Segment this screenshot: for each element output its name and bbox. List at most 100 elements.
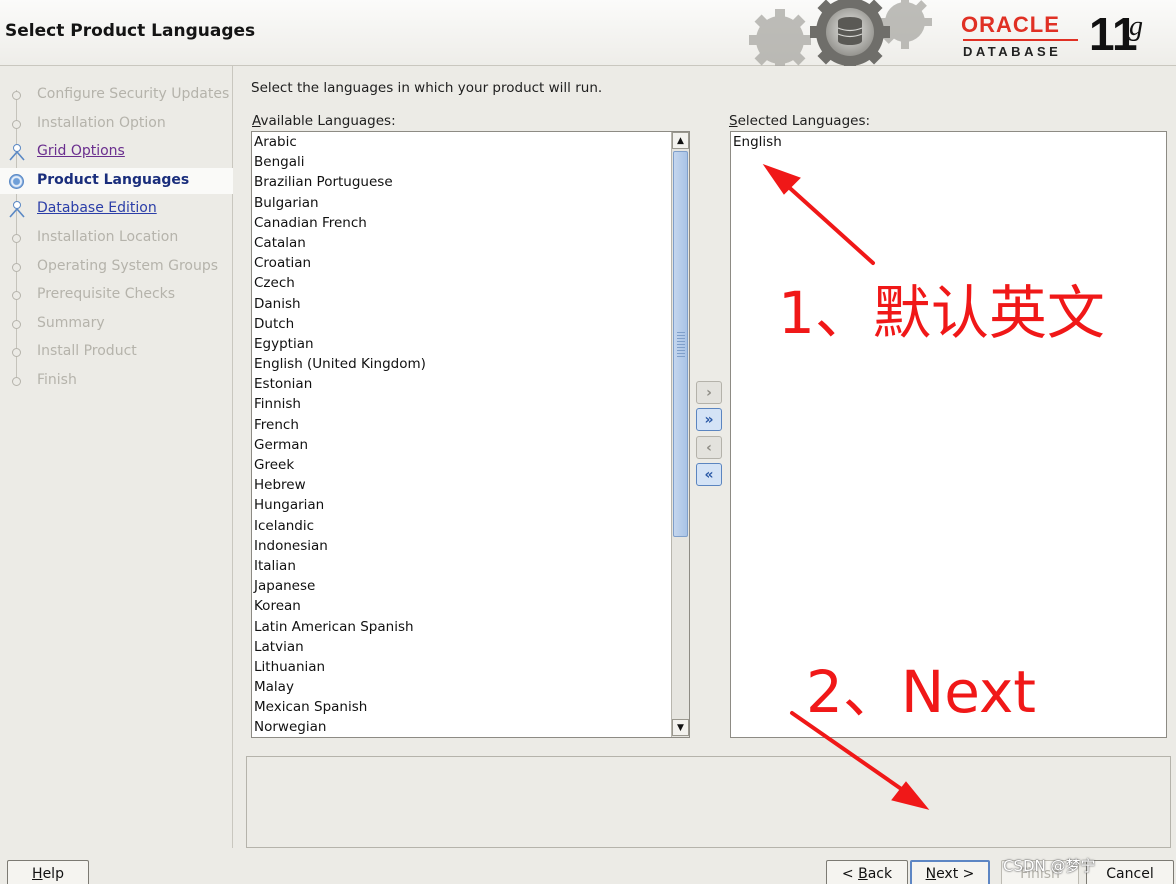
available-language-item[interactable]: Icelandic xyxy=(252,516,689,536)
cancel-label: Cancel xyxy=(1106,866,1154,882)
available-language-item[interactable]: French xyxy=(252,415,689,435)
annotation-next: 2、Next xyxy=(806,658,1037,726)
available-language-item[interactable]: Catalan xyxy=(252,233,689,253)
remove-selected-button[interactable]: ‹ xyxy=(696,436,722,459)
available-language-item[interactable]: Latvian xyxy=(252,637,689,657)
next-rest: ext xyxy=(936,866,959,882)
selected-languages-list[interactable]: English xyxy=(730,131,1167,738)
header-banner: Select Product Languages ORACLE DATABASE… xyxy=(0,0,1176,66)
scrollbar-thumb[interactable] xyxy=(673,151,688,537)
available-language-item[interactable]: Italian xyxy=(252,556,689,576)
pending-step-icon xyxy=(12,119,21,129)
step-item: Install Product xyxy=(0,339,233,365)
add-selected-button[interactable]: › xyxy=(696,381,722,404)
step-item[interactable]: Product Languages xyxy=(0,167,233,194)
next-suffix: > xyxy=(958,866,975,882)
step-label: Installation Option xyxy=(37,114,166,131)
watermark: CSDN @梦宁 xyxy=(1003,857,1096,875)
current-step-icon xyxy=(9,173,24,189)
pending-step-icon xyxy=(12,234,21,243)
available-language-item[interactable]: Estonian xyxy=(252,374,689,394)
gears-graphic-icon xyxy=(749,0,932,66)
available-language-item[interactable]: English (United Kingdom) xyxy=(252,354,689,374)
step-item[interactable]: Grid Options xyxy=(0,139,233,165)
step-item: Prerequisite Checks xyxy=(0,282,233,308)
next-button[interactable]: Next > xyxy=(910,860,990,884)
available-language-item[interactable]: Bulgarian xyxy=(252,193,689,213)
pending-step-icon xyxy=(12,377,21,386)
back-prefix: < xyxy=(841,866,859,882)
available-language-item[interactable]: Hebrew xyxy=(252,475,689,495)
available-language-item[interactable]: Dutch xyxy=(252,314,689,334)
available-language-item[interactable]: German xyxy=(252,435,689,455)
available-language-item[interactable]: Canadian French xyxy=(252,213,689,233)
selected-items: English xyxy=(731,132,1166,152)
available-languages-list[interactable]: Arabic Bengali Brazilian Portuguese Bulgari… xyxy=(251,131,690,738)
available-language-item[interactable]: Norwegian xyxy=(252,717,689,737)
available-language-item[interactable]: Japanese xyxy=(252,576,689,596)
step-item: Configure Security Updates xyxy=(0,82,233,108)
available-language-item[interactable]: Egyptian xyxy=(252,334,689,354)
available-language-item[interactable]: Latin American Spanish xyxy=(252,617,689,637)
cancel-button[interactable]: Cancel xyxy=(1086,860,1174,884)
help-button[interactable]: Help xyxy=(7,860,89,884)
available-language-item[interactable]: Danish xyxy=(252,294,689,314)
available-list-scrollbar[interactable]: ▲ ▼ xyxy=(671,132,689,737)
steps-sidebar: Configure Security Updates Installation O… xyxy=(0,66,233,848)
step-item: Installation Option xyxy=(0,111,233,137)
available-language-item[interactable]: Croatian xyxy=(252,253,689,273)
scrollbar-grip xyxy=(677,332,685,358)
step-item: Installation Location xyxy=(0,225,233,251)
selected-label-mnemonic: S xyxy=(729,113,738,129)
available-language-item[interactable]: Bengali xyxy=(252,152,689,172)
step-label: Grid Options xyxy=(37,143,125,160)
oracle-wordmark: ORACLE xyxy=(961,12,1060,37)
available-language-item[interactable]: Malay xyxy=(252,677,689,697)
back-mnemonic: B xyxy=(858,866,868,882)
step-label: Installation Location xyxy=(37,229,179,245)
available-language-item[interactable]: Mexican Spanish xyxy=(252,697,689,717)
selected-language-item[interactable]: English xyxy=(731,132,1166,152)
available-language-item[interactable]: Brazilian Portuguese xyxy=(252,172,689,192)
step-label: Install Product xyxy=(37,343,137,360)
step-label: Finish xyxy=(37,372,77,388)
step-label: Configure Security Updates xyxy=(37,86,230,102)
double-chevron-left-icon: « xyxy=(704,466,714,483)
visited-step-icon xyxy=(7,201,27,219)
available-language-item[interactable]: Finnish xyxy=(252,394,689,414)
version-suffix: g xyxy=(1129,11,1143,42)
available-language-item[interactable]: Lithuanian xyxy=(252,657,689,677)
available-label-rest: vailable Languages: xyxy=(260,113,396,129)
chevron-left-icon: ‹ xyxy=(706,439,712,456)
remove-all-button[interactable]: « xyxy=(696,463,722,486)
pending-step-icon xyxy=(12,262,21,272)
add-all-button[interactable]: » xyxy=(696,408,722,431)
step-label: Summary xyxy=(37,314,105,331)
available-language-item[interactable]: Indonesian xyxy=(252,536,689,556)
scroll-down-arrow-icon[interactable]: ▼ xyxy=(672,719,689,736)
pending-step-icon xyxy=(12,91,21,100)
available-language-item[interactable]: Greek xyxy=(252,455,689,475)
step-item[interactable]: Database Edition xyxy=(0,196,233,222)
selected-label-rest: elected Languages: xyxy=(737,113,871,129)
step-label: Prerequisite Checks xyxy=(37,286,176,303)
instructions-text: Select the languages in which your produ… xyxy=(251,80,603,96)
logo-rule xyxy=(963,39,1078,41)
available-language-item[interactable]: Hungarian xyxy=(252,495,689,515)
pending-step-icon xyxy=(12,291,21,301)
available-language-item[interactable]: Korean xyxy=(252,596,689,616)
available-language-item[interactable]: Arabic xyxy=(252,132,689,152)
scroll-up-arrow-icon[interactable]: ▲ xyxy=(672,132,689,149)
next-mnemonic: N xyxy=(925,866,937,882)
help-rest: elp xyxy=(42,866,64,882)
annotation-default-english: 1、默认英文 xyxy=(778,279,1105,347)
selected-languages-label: Selected Languages: xyxy=(729,113,870,129)
visited-step-icon xyxy=(7,144,27,162)
available-items: Arabic Bengali Brazilian Portuguese Bulgari… xyxy=(252,132,689,737)
available-language-item[interactable]: Czech xyxy=(252,273,689,293)
oracle-logo: ORACLE DATABASE 11 g xyxy=(955,4,1170,64)
pending-step-icon xyxy=(12,348,21,358)
available-languages-label: Available Languages: xyxy=(252,113,396,129)
pending-step-icon xyxy=(12,319,21,329)
back-button[interactable]: < Back xyxy=(826,860,908,884)
